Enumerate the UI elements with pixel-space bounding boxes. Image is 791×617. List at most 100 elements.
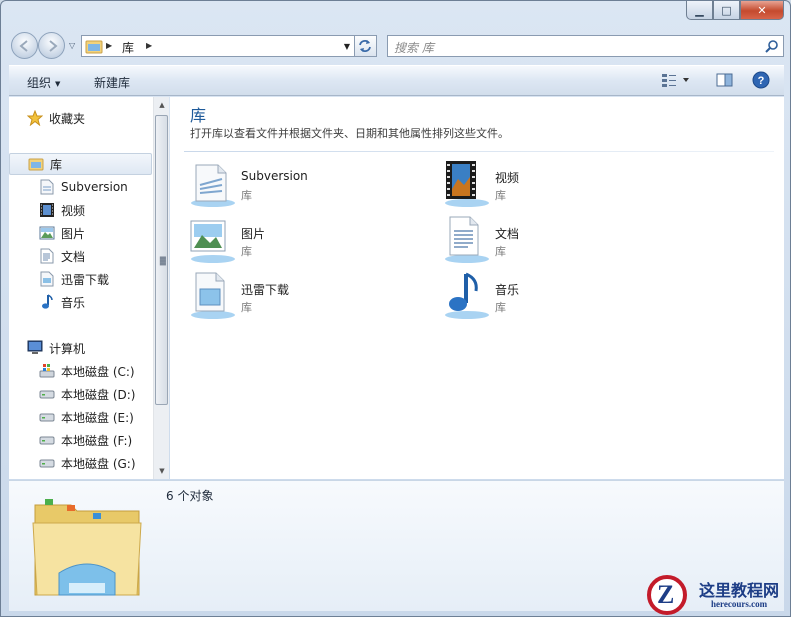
music-icon — [445, 272, 489, 319]
help-icon: ? — [752, 71, 770, 89]
tile-name: 音乐 — [495, 283, 520, 297]
nav-favorites-label: 收藏夹 — [49, 111, 86, 126]
download-library-icon — [39, 271, 55, 287]
nav-drive[interactable]: 本地磁盘 (G:) — [39, 452, 151, 474]
view-options-button[interactable] — [661, 72, 691, 91]
nav-drive[interactable]: 本地磁盘 (E:) — [39, 406, 151, 428]
page-subtitle: 打开库以查看文件并根据文件夹、日期和其他属性排列这些文件。 — [190, 127, 509, 140]
address-dropdown-icon[interactable]: ▼ — [344, 42, 350, 51]
close-button[interactable]: ✕ — [740, 1, 784, 20]
item-count: 6 个对象 — [166, 489, 214, 503]
tile-type: 库 — [495, 301, 506, 314]
nav-drive[interactable]: 本地磁盘 (D:) — [39, 383, 151, 405]
nav-library-item[interactable]: 图片 — [39, 222, 151, 244]
tile-type: 库 — [241, 301, 252, 314]
watermark-logo-icon: Z — [647, 575, 687, 615]
organize-label: 组织 — [27, 76, 52, 90]
forward-arrow-icon — [49, 40, 58, 52]
refresh-icon — [359, 40, 371, 52]
svg-text:?: ? — [758, 75, 765, 87]
back-arrow-icon — [19, 40, 28, 52]
nav-library-item[interactable]: 视频 — [39, 199, 151, 221]
nav-library-item-label: 文档 — [61, 249, 86, 264]
nav-favorites[interactable]: 收藏夹 — [27, 107, 147, 129]
nav-drive[interactable]: 本地磁盘 (C:) — [39, 360, 151, 382]
nav-computer[interactable]: 计算机 — [27, 337, 151, 359]
search-icon[interactable] — [765, 39, 779, 53]
download-library-icon — [191, 272, 235, 319]
scroll-thumb[interactable]: ▬ ▬ ▬ — [155, 115, 168, 405]
search-box[interactable]: 搜索 库 — [387, 35, 784, 57]
tile-type: 库 — [241, 189, 252, 202]
nav-libraries-label: 库 — [50, 157, 63, 172]
subversion-library-icon — [39, 179, 55, 195]
tile-type: 库 — [241, 245, 252, 258]
hard-drive-icon — [39, 455, 55, 471]
library-tile-downloads[interactable]: 迅雷下载 库 — [188, 271, 388, 323]
star-icon — [27, 110, 43, 126]
scroll-grip-icon: ▬ ▬ ▬ — [159, 253, 167, 268]
refresh-button[interactable] — [355, 35, 377, 57]
minimize-button[interactable]: ▁ — [686, 1, 713, 20]
caption-buttons: ▁ □ ✕ — [686, 1, 784, 20]
address-bar[interactable]: ▶ 库 ▶ ▼ — [81, 35, 355, 57]
nav-library-item-label: 迅雷下载 — [61, 272, 110, 287]
navigation-pane: 收藏夹 库 Subversion 视频 图片 文档 迅雷下载 音乐 计算机 本地… — [9, 97, 169, 479]
scroll-up-arrow[interactable]: ▲ — [154, 97, 170, 113]
nav-drive-label: 本地磁盘 (F:) — [61, 433, 133, 448]
forward-button[interactable] — [38, 32, 65, 59]
library-content-pane: 库 打开库以查看文件并根据文件夹、日期和其他属性排列这些文件。 Subversi… — [170, 97, 784, 479]
explorer-window: ▁ □ ✕ ▽ ▶ 库 ▶ ▼ 搜索 库 组织 ▼ 新建库 ? 收藏夹 库 Su… — [0, 0, 791, 617]
nav-library-item-label: 音乐 — [61, 295, 86, 310]
view-list-icon — [662, 74, 689, 87]
tile-name: 迅雷下载 — [241, 283, 290, 297]
nav-library-item[interactable]: 迅雷下载 — [39, 268, 151, 290]
nav-scrollbar[interactable]: ▲ ▬ ▬ ▬ ▼ — [153, 97, 169, 479]
watermark-cn: 这里教程网 — [699, 581, 780, 600]
preview-pane-icon — [716, 73, 733, 87]
nav-drive[interactable]: 本地磁盘 (F:) — [39, 429, 151, 451]
preview-pane-button[interactable] — [716, 72, 734, 91]
breadcrumb-library[interactable]: 库 — [122, 39, 134, 56]
scroll-down-arrow[interactable]: ▼ — [154, 463, 170, 479]
nav-library-item-label: 图片 — [61, 226, 86, 241]
music-icon — [39, 294, 55, 310]
subversion-library-icon — [191, 164, 235, 207]
library-tile-subversion[interactable]: Subversion 库 — [188, 159, 388, 211]
chevron-down-icon: ▼ — [55, 80, 61, 88]
video-icon — [445, 161, 489, 207]
video-icon — [39, 202, 55, 218]
maximize-button[interactable]: □ — [713, 1, 740, 20]
nav-library-item[interactable]: 音乐 — [39, 291, 151, 313]
nav-libraries[interactable]: 库 — [9, 153, 152, 175]
library-tile-video[interactable]: 视频 库 — [442, 159, 642, 211]
library-tile-documents[interactable]: 文档 库 — [442, 215, 642, 267]
nav-drive-label: 本地磁盘 (G:) — [61, 456, 136, 471]
pictures-icon — [39, 225, 55, 241]
new-library-button[interactable]: 新建库 — [94, 74, 130, 91]
breadcrumb-separator[interactable]: ▶ — [106, 41, 112, 50]
tile-type: 库 — [495, 189, 506, 202]
nav-library-item[interactable]: 文档 — [39, 245, 151, 267]
nav-library-item[interactable]: Subversion — [39, 176, 151, 198]
help-button[interactable]: ? — [752, 71, 770, 92]
watermark-en: herecours.com — [711, 599, 768, 609]
tile-name: 图片 — [241, 227, 266, 241]
organize-menu[interactable]: 组织 ▼ — [27, 74, 60, 91]
library-tile-music[interactable]: 音乐 库 — [442, 271, 642, 323]
library-folder-icon — [85, 40, 103, 54]
library-tile-pictures[interactable]: 图片 库 — [188, 215, 388, 267]
hard-drive-icon — [39, 432, 55, 448]
pictures-icon — [190, 220, 235, 263]
nav-drive-label: 本地磁盘 (C:) — [61, 364, 135, 379]
nav-computer-label: 计算机 — [49, 341, 86, 356]
nav-drive-label: 本地磁盘 (E:) — [61, 410, 134, 425]
back-button[interactable] — [11, 32, 38, 59]
recent-pages-dropdown[interactable]: ▽ — [69, 41, 75, 50]
system-drive-icon — [39, 363, 55, 379]
breadcrumb-separator[interactable]: ▶ — [146, 41, 152, 50]
page-title: 库 — [190, 106, 207, 125]
nav-library-item-label: 视频 — [61, 203, 86, 218]
computer-icon — [27, 340, 43, 356]
address-row: ▽ ▶ 库 ▶ ▼ 搜索 库 — [9, 31, 784, 61]
